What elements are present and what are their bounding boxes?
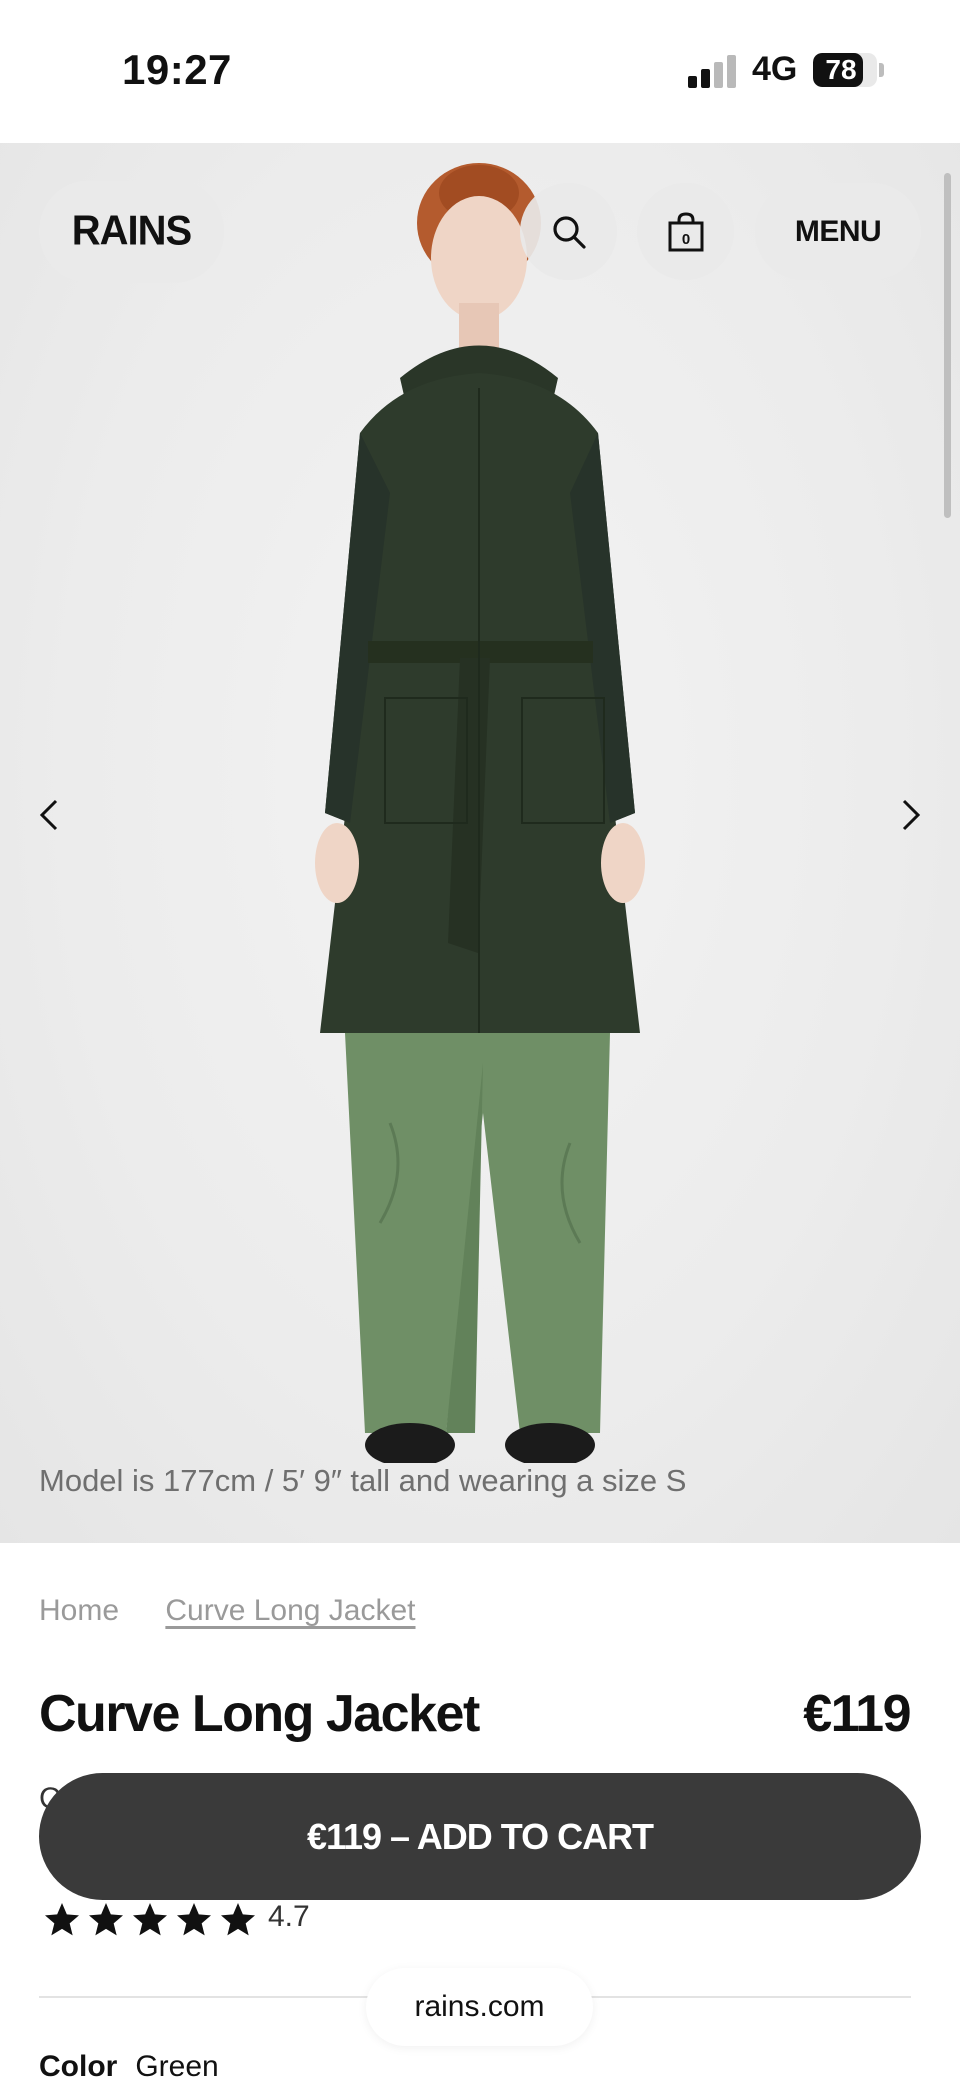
chevron-right-icon[interactable] bbox=[890, 793, 930, 837]
product-rating[interactable]: 4.7 bbox=[42, 1900, 310, 1940]
color-value: Green bbox=[135, 2050, 219, 2083]
browser-url-pill[interactable]: rains.com bbox=[366, 1968, 593, 2046]
breadcrumb-home[interactable]: Home bbox=[39, 1594, 119, 1627]
star-icon bbox=[221, 1903, 255, 1936]
add-to-cart-button[interactable]: €119 – ADD TO CART bbox=[39, 1773, 921, 1900]
product-photo bbox=[315, 163, 645, 1463]
search-icon bbox=[552, 215, 586, 249]
menu-button[interactable]: MENU bbox=[755, 183, 921, 280]
product-price: €119 bbox=[803, 1685, 911, 1743]
battery-tip bbox=[879, 63, 884, 77]
star-icon bbox=[45, 1903, 79, 1936]
star-icon bbox=[177, 1903, 211, 1936]
search-button[interactable] bbox=[520, 183, 617, 280]
signal-icon bbox=[688, 54, 738, 88]
product-image-gallery[interactable]: RAINS 0 MENU Model is 177cm / 5′ 9″ tall… bbox=[0, 143, 960, 1543]
star-icon bbox=[133, 1903, 167, 1936]
status-bar: 19:27 4G 78 bbox=[0, 0, 960, 143]
cart-button[interactable]: 0 bbox=[637, 183, 734, 280]
rating-value: 4.7 bbox=[268, 1900, 310, 1933]
color-selector[interactable]: Color Green bbox=[39, 2050, 219, 2084]
color-label: Color bbox=[39, 2050, 118, 2083]
cart-count: 0 bbox=[681, 231, 689, 248]
status-time: 19:27 bbox=[122, 46, 232, 93]
star-icon bbox=[89, 1903, 123, 1936]
breadcrumb-current[interactable]: Curve Long Jacket bbox=[165, 1594, 415, 1627]
network-type: 4G bbox=[752, 50, 798, 88]
breadcrumb: Home Curve Long Jacket bbox=[39, 1594, 416, 1628]
rains-logo[interactable]: RAINS bbox=[39, 180, 224, 283]
product-title: Curve Long Jacket bbox=[39, 1685, 480, 1743]
battery-level: 78 bbox=[825, 54, 857, 85]
chevron-left-icon[interactable] bbox=[30, 793, 70, 837]
scrollbar[interactable] bbox=[944, 173, 951, 518]
shopping-bag-icon: 0 bbox=[668, 211, 703, 251]
model-size-caption: Model is 177cm / 5′ 9″ tall and wearing … bbox=[39, 1463, 687, 1498]
battery-icon: 78 bbox=[813, 53, 877, 87]
